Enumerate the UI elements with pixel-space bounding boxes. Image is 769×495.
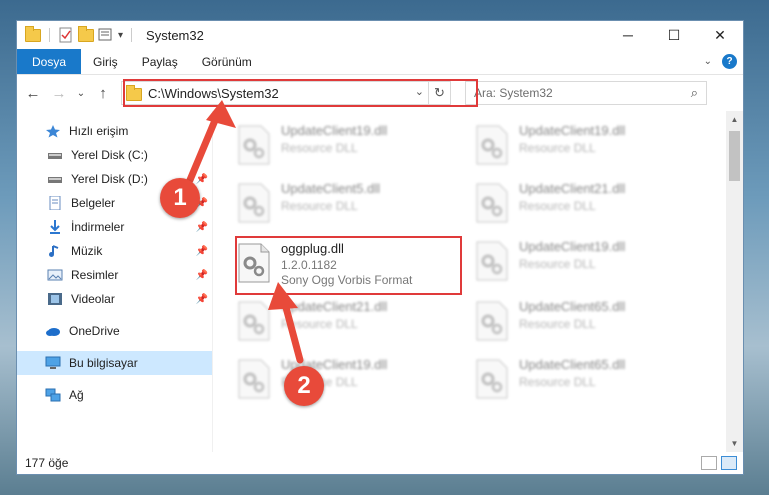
step-1-badge: 1 <box>160 178 200 218</box>
step-2-badge: 2 <box>284 366 324 406</box>
annotation-arrows <box>186 100 304 364</box>
